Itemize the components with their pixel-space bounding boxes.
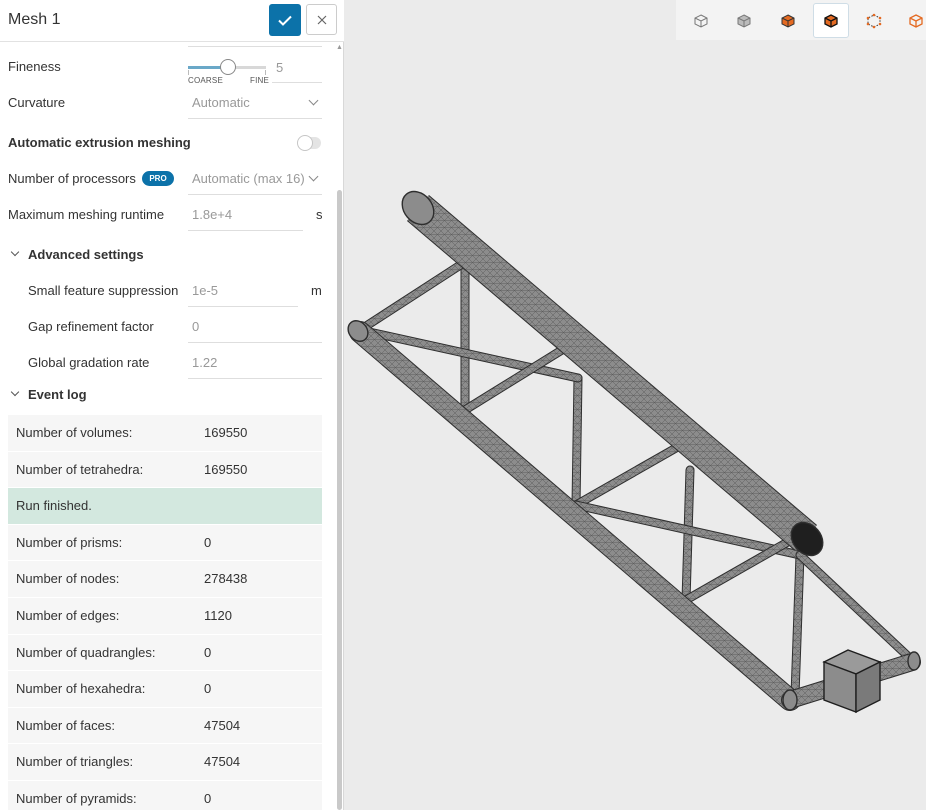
view-solid-edges-button[interactable] [813,3,849,38]
confirm-button[interactable] [269,4,301,36]
fineness-slider-handle[interactable] [220,59,236,75]
divider [272,82,322,83]
log-value: 169550 [204,461,248,477]
log-row: Number of pyramids: 0 [8,780,322,810]
cube-orange-outline-icon [909,13,923,28]
chevron-down-icon[interactable] [308,171,319,182]
chevron-down-icon[interactable] [10,247,20,257]
view-mode-toolbar [676,0,926,40]
gradation-label: Global gradation rate [28,355,150,370]
log-value: 0 [204,534,212,550]
runtime-unit: s [316,207,323,222]
log-key: Number of quadrangles: [16,644,156,660]
log-key: Number of volumes: [16,425,133,440]
chevron-down-icon[interactable] [308,95,319,106]
divider [188,194,322,195]
log-key: Number of edges: [16,607,120,623]
cube-points-icon [866,13,882,28]
check-icon [278,15,292,26]
scrollbar[interactable] [337,190,342,810]
slider-min-label: COARSE [188,76,223,85]
event-log-toggle[interactable]: Event log [28,387,87,402]
small-feature-input[interactable]: 1e-5 [192,283,218,298]
gap-refinement-label: Gap refinement factor [28,319,154,334]
log-row-finished: Run finished. [8,488,322,525]
log-value: 0 [204,790,212,806]
divider [188,306,298,307]
log-key: Number of hexahedra: [16,681,146,697]
mesh-settings-panel: Mesh 1 ▲ Fineness COARSE FINE 5 Curvatur… [0,0,344,810]
toggle-knob[interactable] [297,135,313,151]
cube-orange-solid-icon [781,13,795,28]
log-row: Number of quadrangles: 0 [8,634,322,672]
log-row: Number of tetrahedra: 169550 [8,451,322,489]
small-feature-unit: m [311,283,322,298]
processors-label: Number of processors [8,171,136,186]
slider-tick [188,70,189,75]
log-row: Number of hexahedra: 0 [8,671,322,708]
scroll-up-icon[interactable]: ▲ [336,44,343,51]
log-row: Number of triangles: 47504 [8,744,322,781]
log-key: Number of prisms: [16,534,123,550]
log-value: 0 [204,681,212,697]
panel-header: Mesh 1 [0,0,344,42]
view-shaded-button[interactable] [726,3,762,38]
slider-max-label: FINE [250,76,270,85]
gradation-input[interactable]: 1.22 [192,355,217,370]
view-wireframe-button[interactable] [683,3,719,38]
3d-viewport[interactable] [344,0,926,810]
log-value: 47504 [204,717,241,733]
log-key: Number of triangles: [16,754,134,770]
cube-orange-edges-icon [824,13,838,28]
cube-shaded-icon [737,13,751,28]
divider [188,378,322,379]
divider [188,118,322,119]
pro-badge: PRO [142,171,174,186]
gap-refinement-input[interactable]: 0 [192,319,199,334]
divider [188,46,322,47]
curvature-select[interactable]: Automatic [192,95,250,110]
log-row: Number of volumes: 169550 [8,415,322,452]
log-row: Number of faces: 47504 [8,707,322,745]
runtime-input[interactable]: 1.8e+4 [192,207,232,222]
view-solid-button[interactable] [770,3,806,38]
log-key: Number of pyramids: [16,790,137,806]
log-value: 47504 [204,754,241,770]
log-key: Number of nodes: [16,571,120,587]
log-row: Number of nodes: 278438 [8,561,322,598]
cube-wireframe-icon [694,13,708,28]
truss-mesh-model[interactable] [344,0,926,810]
log-row: Number of edges: 1120 [8,597,322,635]
curvature-label: Curvature [8,95,66,110]
close-button[interactable] [306,4,337,35]
close-icon [317,15,326,24]
fineness-label: Fineness [8,59,61,74]
small-feature-label: Small feature suppression [28,283,179,298]
fineness-value: 5 [276,60,284,75]
extrusion-label: Automatic extrusion meshing [8,135,191,150]
log-value: 1120 [204,607,232,623]
view-outline-button[interactable] [898,3,926,38]
log-row: Number of prisms: 0 [8,524,322,562]
advanced-settings-toggle[interactable]: Advanced settings [28,247,144,262]
chevron-down-icon[interactable] [10,387,20,397]
log-key: Number of faces: [16,717,115,733]
processors-select[interactable]: Automatic (max 16) [192,171,305,186]
log-value: 0 [204,644,212,660]
view-points-button[interactable] [856,3,892,38]
divider [188,230,303,231]
log-value: 278438 [204,571,248,587]
panel-title: Mesh 1 [8,11,61,28]
event-log-table: Number of volumes: 169550 Number of tetra… [8,415,322,810]
log-key: Number of tetrahedra: [16,461,144,477]
log-value: 169550 [204,425,248,440]
runtime-label: Maximum meshing runtime [8,207,165,222]
divider [188,342,322,343]
slider-tick [265,70,266,75]
log-status: Run finished. [16,498,92,514]
